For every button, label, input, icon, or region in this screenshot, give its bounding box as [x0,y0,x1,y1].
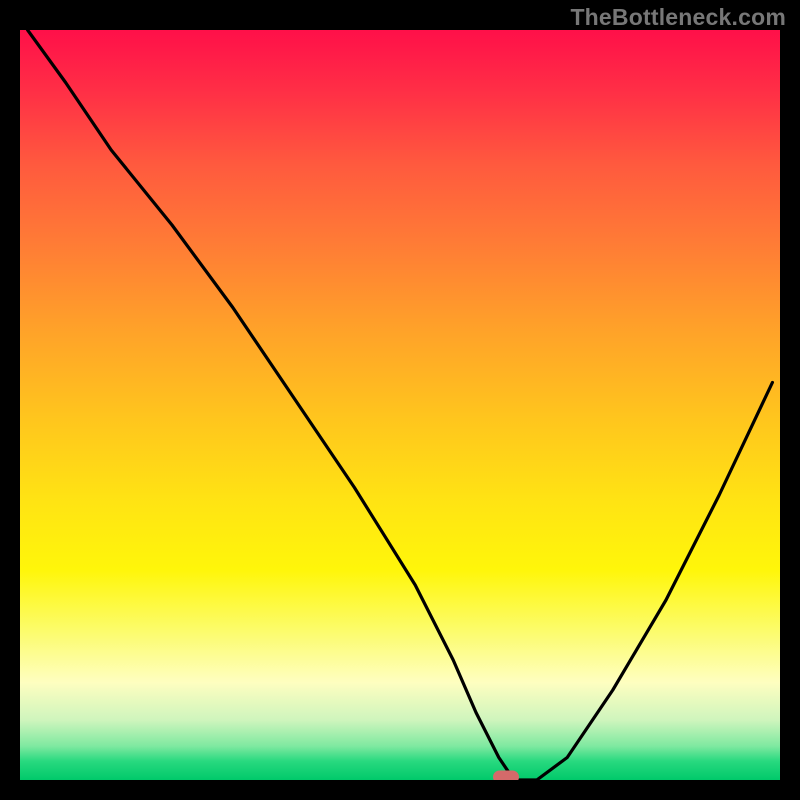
watermark-text: TheBottleneck.com [570,4,786,31]
bottleneck-curve-line [28,30,773,780]
optimal-marker [493,771,519,781]
chart-frame: TheBottleneck.com [0,0,800,800]
plot-area [20,30,780,780]
curve-svg [20,30,780,780]
